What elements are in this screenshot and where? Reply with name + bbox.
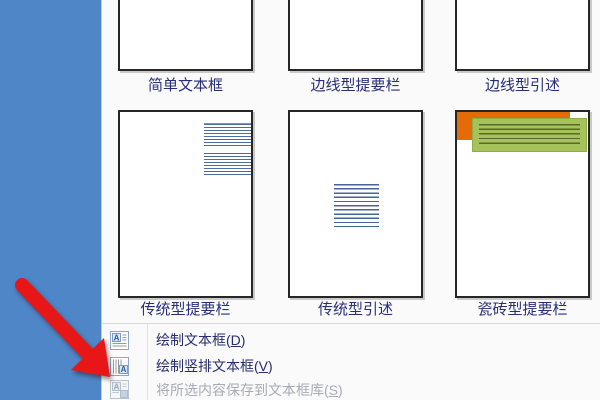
gallery-label-traditional-sidebar[interactable]: 传统型提要栏 bbox=[118, 300, 253, 320]
gallery-item-sideline-sidebar[interactable] bbox=[288, 0, 423, 71]
svg-text:A: A bbox=[121, 365, 127, 374]
textbox-gallery-dropdown: 简单文本框 边线型提要栏 边线型引述 传统型提要栏 传统型引述 瓷砖型提要栏 A… bbox=[101, 0, 600, 400]
gallery-item-traditional-quote[interactable] bbox=[288, 110, 423, 298]
screenshot-root: 简单文本框 边线型提要栏 边线型引述 传统型提要栏 传统型引述 瓷砖型提要栏 A… bbox=[0, 0, 600, 400]
hotkey-letter: D bbox=[230, 332, 241, 348]
save-selection-to-gallery-icon: A bbox=[110, 380, 129, 399]
draw-vertical-textbox-icon: A bbox=[110, 356, 129, 376]
tile-green-textband bbox=[472, 118, 587, 152]
menu-item-draw-vertical-textbox[interactable]: A 绘制竖排文本框(V) bbox=[102, 353, 600, 379]
gallery-item-sideline-quote[interactable] bbox=[455, 0, 590, 71]
gallery-label-tile-sidebar[interactable]: 瓷砖型提要栏 bbox=[455, 300, 590, 320]
menu-label-draw-vertical-textbox: 绘制竖排文本框(V) bbox=[156, 358, 273, 374]
draw-textbox-icon: A bbox=[110, 330, 129, 350]
gallery-label-simple-textbox[interactable]: 简单文本框 bbox=[118, 76, 253, 96]
menu-separator bbox=[102, 323, 600, 324]
gallery-label-sideline-quote[interactable]: 边线型引述 bbox=[455, 76, 590, 96]
hotkey-letter: V bbox=[258, 358, 269, 374]
thumbnail-placeholder-text bbox=[479, 124, 580, 146]
gallery-item-simple-textbox[interactable] bbox=[118, 0, 253, 71]
menu-label-draw-textbox: 绘制文本框(D) bbox=[156, 332, 246, 348]
gallery-item-traditional-sidebar[interactable] bbox=[118, 110, 253, 298]
gallery-label-traditional-quote[interactable]: 传统型引述 bbox=[288, 300, 423, 320]
word-document-background bbox=[0, 0, 101, 400]
hotkey-letter: S bbox=[328, 381, 339, 398]
gallery-label-sideline-sidebar[interactable]: 边线型提要栏 bbox=[288, 76, 423, 96]
svg-text:A: A bbox=[114, 333, 120, 342]
thumbnail-placeholder-text bbox=[334, 184, 379, 227]
menu-item-draw-textbox[interactable]: A 绘制文本框(D) bbox=[102, 327, 600, 353]
thumbnail-placeholder-text bbox=[204, 123, 251, 180]
menu-label-save-selection-to-gallery: 将所选内容保存到文本框库(S) bbox=[156, 381, 343, 398]
gallery-item-tile-sidebar[interactable] bbox=[455, 110, 590, 298]
svg-text:A: A bbox=[114, 383, 120, 392]
menu-item-save-selection-to-gallery: A 将所选内容保存到文本框库(S) bbox=[102, 379, 600, 400]
